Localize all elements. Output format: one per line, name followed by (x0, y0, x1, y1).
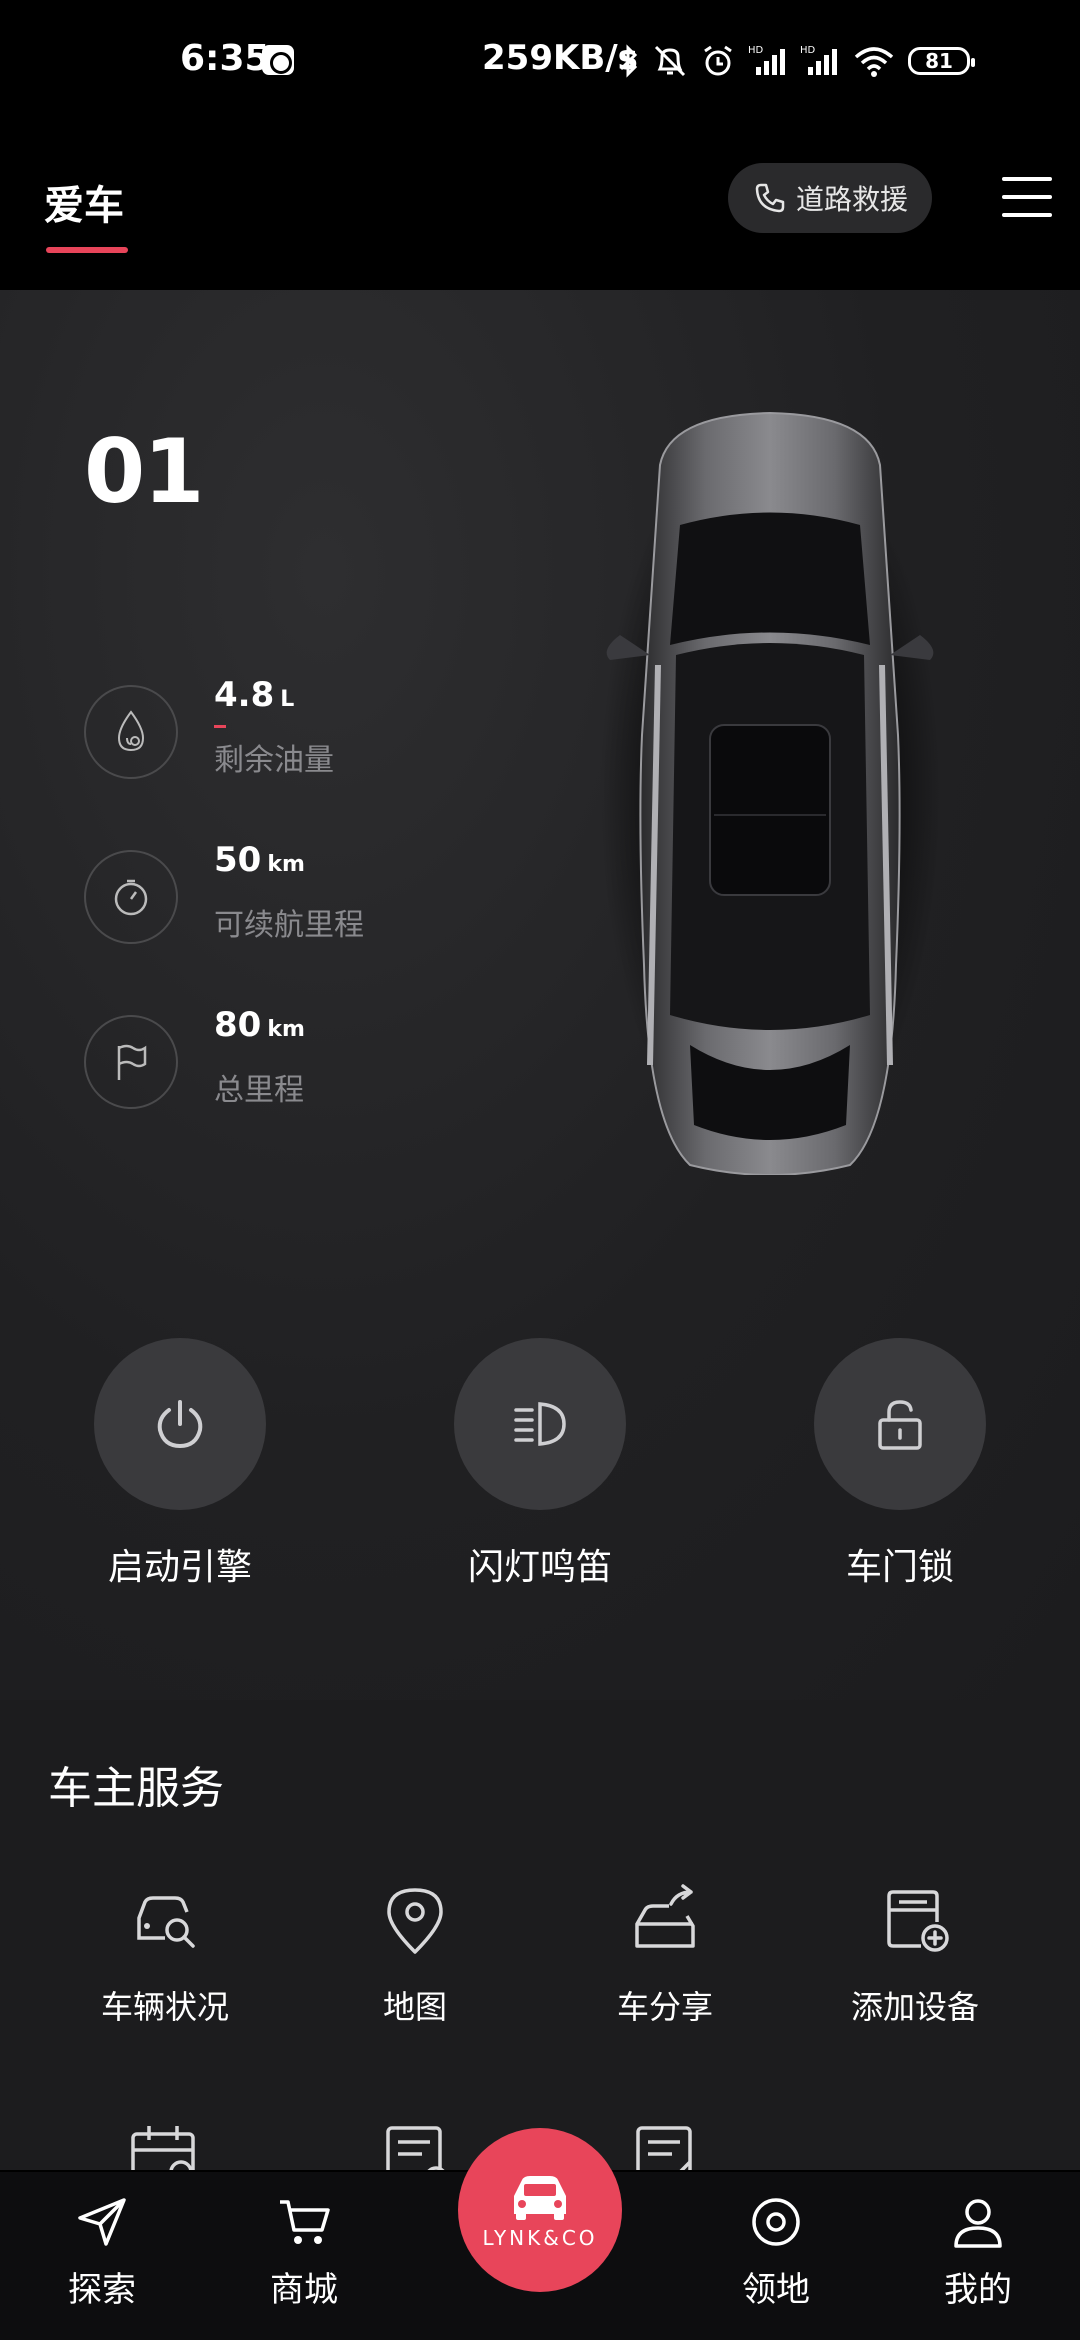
user-icon (948, 2192, 1008, 2252)
service-car-share-label: 车分享 (616, 1988, 713, 2026)
car-top-view-image (600, 411, 940, 1175)
fuel-low-marker (214, 725, 226, 728)
calendar-icon[interactable] (125, 2120, 205, 2170)
vehicle-overview: 01 4.8 L 剩余油量 50 km 可续航里程 80 km 总里程 启动引擎… (0, 290, 1080, 1700)
odometer-unit: km (267, 1017, 305, 1042)
battery-indicator: 81 (908, 47, 975, 75)
fuel-value: 4.8 (214, 675, 275, 715)
svg-text:HD: HD (748, 45, 764, 56)
brand-logo-text: LYNK&CO (482, 2226, 598, 2250)
tab-my-car[interactable]: 爱车 (44, 173, 124, 231)
stat-fuel: 4.8 L 剩余油量 (84, 675, 504, 795)
mute-icon (654, 45, 686, 77)
nav-profile-label: 我的 (944, 2270, 1012, 2310)
fuel-unit: L (280, 687, 295, 712)
road-rescue-label: 道路救援 (795, 183, 908, 216)
nav-territory-label: 领地 (742, 2270, 810, 2310)
send-icon (72, 2192, 132, 2252)
car-front-icon (514, 2176, 566, 2220)
fuel-label: 剩余油量 (214, 743, 334, 778)
car-share-icon (625, 1880, 705, 1960)
door-lock-label: 车门锁 (845, 1547, 954, 1588)
headlight-icon (514, 1402, 566, 1446)
stat-odometer: 80 km 总里程 (84, 1005, 504, 1125)
nav-profile[interactable]: 我的 (898, 2192, 1058, 2311)
start-engine-label: 启动引擎 (107, 1547, 252, 1588)
flag-icon (84, 1015, 178, 1109)
car-search-icon (125, 1880, 205, 1960)
menu-icon[interactable] (1002, 177, 1052, 217)
door-lock-control[interactable]: 车门锁 (780, 1338, 1020, 1590)
start-engine-button[interactable] (94, 1338, 266, 1510)
status-bar: 6:35 259KB/s HD HD 81 (0, 0, 1080, 125)
range-unit: km (267, 852, 305, 877)
nav-mall[interactable]: 商城 (224, 2192, 384, 2311)
app-header: 爱车 道路救援 (0, 125, 1080, 290)
status-icons: HD HD 81 (618, 36, 975, 86)
services-title: 车主服务 (48, 1763, 224, 1814)
service-map-label: 地图 (382, 1988, 447, 2026)
stat-range: 50 km 可续航里程 (84, 840, 504, 960)
nav-territory[interactable]: 领地 (696, 2192, 856, 2311)
document-edit-icon[interactable] (628, 2120, 708, 2170)
lynkco-center-button[interactable]: LYNK&CO (458, 2128, 622, 2292)
flash-horn-control[interactable]: 闪灯鸣笛 (420, 1338, 660, 1590)
door-lock-button[interactable] (814, 1338, 986, 1510)
network-speed: 259KB/s (482, 38, 638, 78)
phone-icon (755, 183, 785, 213)
nav-mall-label: 商城 (270, 2270, 338, 2310)
power-icon (157, 1400, 203, 1449)
unlock-icon (878, 1400, 922, 1450)
signal-icon: HD (748, 45, 785, 75)
range-value: 50 (214, 840, 262, 880)
flash-horn-button[interactable] (454, 1338, 626, 1510)
service-car-share[interactable]: 车分享 (540, 1880, 790, 2028)
nav-explore-label: 探索 (68, 2270, 136, 2310)
target-icon (746, 2192, 806, 2252)
svg-text:HD: HD (800, 45, 816, 56)
add-device-icon (875, 1880, 955, 1960)
wifi-icon (854, 47, 894, 77)
app-notification-icon (262, 45, 294, 75)
fuel-drop-icon (84, 685, 178, 779)
service-vehicle-status-label: 车辆状况 (100, 1988, 229, 2026)
road-rescue-button[interactable]: 道路救援 (728, 163, 932, 233)
service-map[interactable]: 地图 (290, 1880, 540, 2028)
document-refresh-icon[interactable] (378, 2120, 458, 2170)
flash-horn-label: 闪灯鸣笛 (467, 1547, 612, 1588)
nav-explore[interactable]: 探索 (22, 2192, 182, 2311)
service-add-device-label: 添加设备 (850, 1988, 979, 2026)
odometer-value: 80 (214, 1005, 262, 1045)
range-label: 可续航里程 (214, 908, 364, 943)
gauge-icon (84, 850, 178, 944)
odometer-label: 总里程 (214, 1073, 304, 1108)
alarm-icon (704, 45, 732, 76)
owner-services-section: 车主服务 车辆状况 地图 车分享 添加设备 (0, 1700, 1080, 2170)
service-add-device[interactable]: 添加设备 (790, 1880, 1040, 2028)
signal-icon-2: HD (800, 45, 837, 75)
bluetooth-icon (619, 44, 638, 78)
vehicle-model: 01 (84, 420, 204, 523)
active-tab-indicator (46, 247, 128, 253)
start-engine-control[interactable]: 启动引擎 (60, 1338, 300, 1590)
status-time: 6:35 (180, 38, 270, 79)
service-vehicle-status[interactable]: 车辆状况 (40, 1880, 290, 2028)
map-pin-icon (375, 1880, 455, 1960)
cart-icon (274, 2192, 334, 2252)
